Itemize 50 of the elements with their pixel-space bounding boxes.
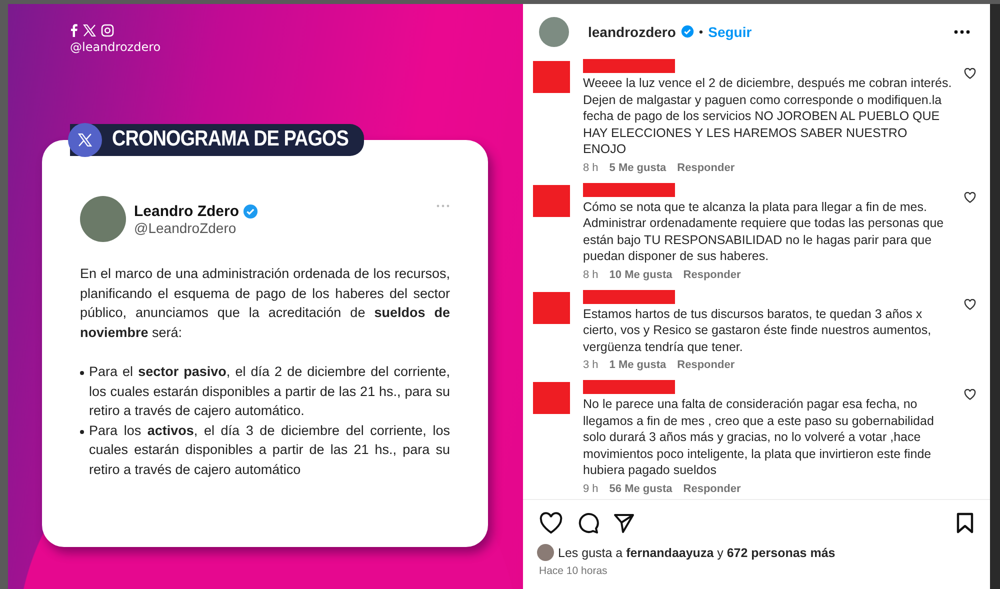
- post-timestamp: Hace 10 horas: [538, 564, 608, 579]
- comment-text: No le parece una falta de consideración pagar esa fecha, no llegamos a fin de mes , creo que a este paso su gobernabilidad solo durará 3 años más y gracias, no lo volveré a votar ,hace movimientos poco inteligente, la plata que invirtieron este finde hubiera pagado sueldos: [583, 396, 935, 478]
- heart-icon[interactable]: [964, 192, 976, 202]
- comment-likes[interactable]: 10 Me gusta: [609, 268, 672, 280]
- redaction-block: [533, 292, 570, 324]
- comment-text: Weeee la luz vence el 2 de diciembre, después me cobran interés. Dejen de malgastar y paguen como corresponde o modifiquen.la fecha de pago de los servicios NO JOROBEN AL PUEBLO QUE HAY ELECCIONES Y LES HAREMOS SABER NUESTRO ENOJO: [583, 75, 952, 158]
- comment-time: 3 h: [583, 359, 598, 371]
- comment-time: 8 h: [583, 268, 598, 280]
- comment-likes[interactable]: 5 Me gusta: [609, 162, 666, 174]
- x-logo-icon: [83, 24, 96, 37]
- comment-time: 9 h: [583, 482, 598, 494]
- separator-dot: •: [698, 24, 704, 38]
- comment-likes[interactable]: 1 Me gusta: [609, 359, 666, 371]
- reply-link[interactable]: Responder: [677, 162, 735, 174]
- heart-icon[interactable]: [964, 298, 976, 310]
- facebook-icon: [70, 24, 78, 37]
- instagram-icon: [101, 24, 114, 37]
- comment-icon[interactable]: [577, 512, 599, 534]
- more-options-icon: [436, 204, 450, 208]
- heart-icon[interactable]: [964, 389, 976, 400]
- send-icon[interactable]: [613, 512, 635, 534]
- comment-likes[interactable]: 56 Me gusta: [609, 482, 672, 494]
- comment-text: Estamos hartos de tus discursos baratos, te quedan 3 años x cierto, vos y Resico se gastaron éste finde nuestros aumentos, vergüenza tendría que tener.: [583, 306, 932, 355]
- avatar-circle: [80, 196, 126, 242]
- redaction-block: [533, 382, 570, 414]
- heart-icon[interactable]: [539, 512, 563, 534]
- follow-link[interactable]: Seguir: [708, 24, 752, 40]
- avatar-circle[interactable]: [539, 16, 569, 46]
- bullet-icon: [80, 371, 84, 375]
- redaction-block: [533, 61, 570, 93]
- more-options-icon[interactable]: [954, 30, 970, 34]
- comment-time: 8 h: [583, 162, 598, 174]
- bullet-text: Para los activos, el día 3 de diciembre del corriente, los cuales estarán disponibles a partir de las 21 hs., para su retiro a través de cajero automático: [89, 422, 450, 479]
- bookmark-icon[interactable]: [956, 512, 974, 534]
- likes-summary[interactable]: Les gusta a fernandaayuza y 672 personas más: [558, 546, 836, 560]
- avatar-circle: [537, 544, 554, 561]
- redaction-block: [533, 184, 570, 216]
- reply-link[interactable]: Responder: [683, 482, 741, 494]
- tweet-paragraph: En el marco de una administración ordenada de los recursos, planificando el esquema de pago de los haberes del sector público, anunciamos que la acreditación de sueldos de noviembre será:: [80, 265, 450, 342]
- reply-link[interactable]: Responder: [683, 268, 741, 280]
- social-handle: @leandrozdero: [70, 40, 162, 54]
- reply-link[interactable]: Responder: [677, 359, 735, 371]
- username[interactable]: leandrozdero: [588, 24, 676, 40]
- bullet-text: Para el sector pasivo, el día 2 de diciembre del corriente, los cuales estarán disponibles a partir de las 21 hs., para su retiro a través de cajero automático.: [89, 363, 450, 420]
- comment-text: Cómo se nota que te alcanza la plata para llegar a fin de mes. Administrar ordenadamente requiere que todas las personas que están bajo TU RESPONSABILIDAD no le hagas parir para que puedan disponer de sus haberes.: [583, 198, 945, 264]
- author-handle: @LeandroZdero: [134, 220, 238, 236]
- banner-title: CRONOGRAMA DE PAGOS: [112, 127, 348, 153]
- bullet-icon: [80, 430, 84, 434]
- heart-icon[interactable]: [964, 68, 976, 79]
- author-name: Leandro Zdero: [134, 202, 240, 220]
